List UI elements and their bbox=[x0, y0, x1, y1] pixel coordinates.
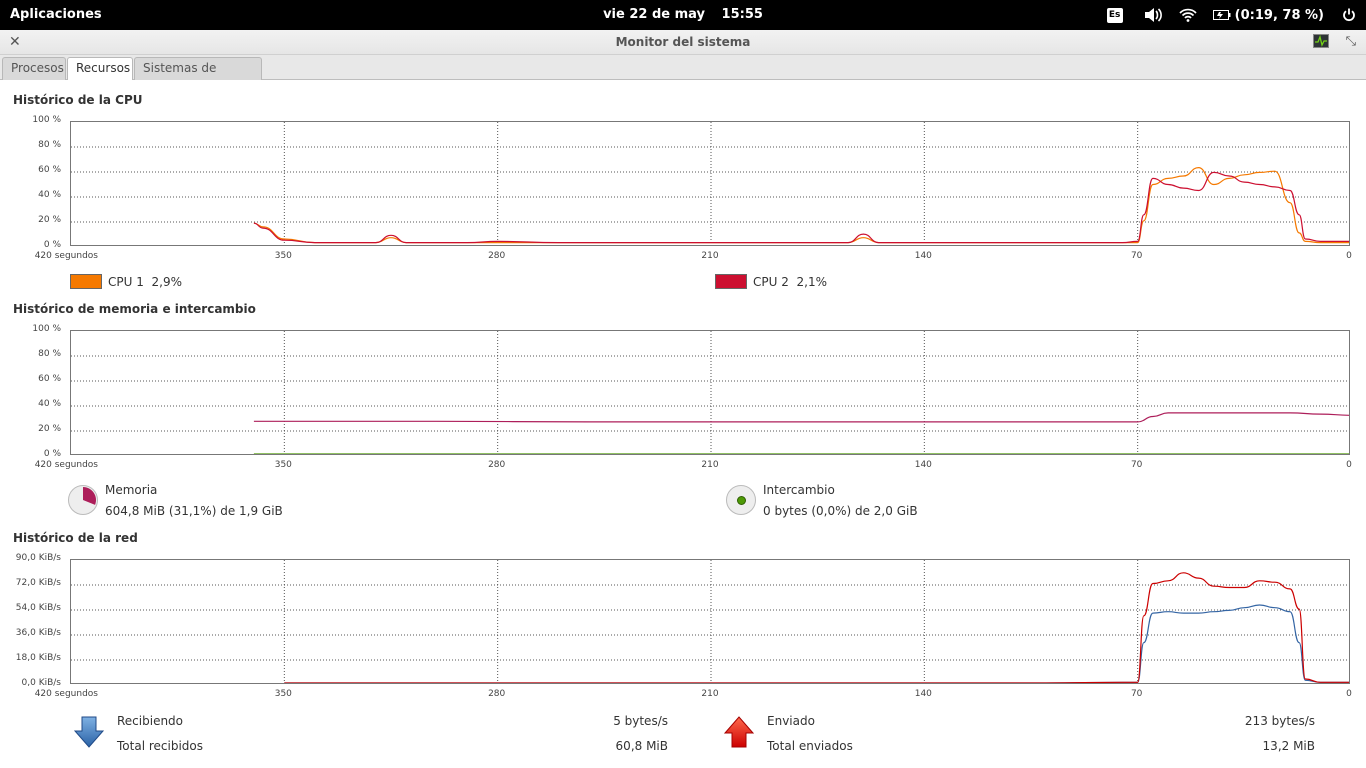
x-tick-label: 420 segundos bbox=[34, 251, 98, 261]
total-received-value: 60,8 MiB bbox=[615, 739, 668, 753]
swap-label: Intercambio bbox=[763, 483, 835, 497]
series-line-memoria bbox=[253, 412, 1349, 423]
total-sent-value: 13,2 MiB bbox=[1262, 739, 1315, 753]
cpu2-legend: CPU 2 2,1% bbox=[753, 275, 827, 289]
y-tick-label: 20 % bbox=[38, 215, 61, 225]
x-tick-label: 350 bbox=[274, 689, 292, 699]
x-tick-label: 210 bbox=[701, 460, 719, 470]
y-tick-label: 80 % bbox=[38, 140, 61, 150]
cpu-history-title: Histórico de la CPU bbox=[13, 93, 143, 107]
top-panel: Aplicaciones vie 22 de may 15:55 Es (0:1… bbox=[0, 0, 1366, 30]
swap-usage-pie[interactable] bbox=[726, 485, 756, 515]
y-tick-label: 60 % bbox=[38, 165, 61, 175]
clock-time: 15:55 bbox=[721, 7, 763, 22]
close-icon[interactable]: ✕ bbox=[9, 34, 21, 50]
memory-value: 604,8 MiB (31,1%) de 1,9 GiB bbox=[105, 504, 283, 518]
total-received-label: Total recibidos bbox=[117, 739, 203, 753]
x-tick-label: 70 bbox=[1130, 251, 1143, 261]
battery-icon[interactable] bbox=[1212, 9, 1231, 21]
x-tick-label: 140 bbox=[914, 460, 932, 470]
y-tick-label: 100 % bbox=[32, 115, 61, 125]
swap-value: 0 bytes (0,0%) de 2,0 GiB bbox=[763, 504, 918, 518]
network-history-graph bbox=[70, 559, 1350, 684]
series-line-enviado bbox=[284, 572, 1349, 683]
y-tick-label: 18,0 KiB/s bbox=[15, 653, 61, 663]
receiving-value: 5 bytes/s bbox=[613, 714, 668, 728]
volume-icon[interactable] bbox=[1143, 7, 1163, 23]
receiving-label: Recibiendo bbox=[117, 714, 184, 728]
x-tick-label: 0 bbox=[1346, 460, 1352, 470]
x-tick-label: 420 segundos bbox=[34, 460, 98, 470]
cpu1-value: 2,9% bbox=[151, 275, 183, 289]
tab-procesos[interactable]: Procesos bbox=[2, 57, 66, 80]
resources-panel: Histórico de la CPU 100 % 80 % 60 % 40 % 20 … bbox=[0, 80, 1366, 768]
x-tick-label: 210 bbox=[701, 251, 719, 261]
x-tick-label: 350 bbox=[274, 251, 292, 261]
x-tick-label: 0 bbox=[1346, 251, 1352, 261]
sending-arrow-icon[interactable] bbox=[723, 716, 755, 751]
total-sent-label: Total enviados bbox=[767, 739, 853, 753]
y-tick-label: 40 % bbox=[38, 399, 61, 409]
cpu1-legend: CPU 1 2,9% bbox=[108, 275, 182, 289]
title-bar[interactable]: ✕ Monitor del sistema ⤡ bbox=[0, 30, 1366, 55]
network-history-title: Histórico de la red bbox=[13, 531, 138, 545]
y-tick-label: 0,0 KiB/s bbox=[21, 678, 61, 688]
y-tick-label: 20 % bbox=[38, 424, 61, 434]
receiving-arrow-icon[interactable] bbox=[73, 716, 105, 751]
x-tick-label: 350 bbox=[274, 460, 292, 470]
memory-label: Memoria bbox=[105, 483, 158, 497]
window-title: Monitor del sistema bbox=[615, 35, 751, 49]
y-tick-label: 60 % bbox=[38, 374, 61, 384]
sending-value: 213 bytes/s bbox=[1244, 714, 1315, 728]
cpu2-color-swatch[interactable] bbox=[715, 274, 747, 289]
system-monitor-window: ✕ Monitor del sistema ⤡ Procesos Recurso… bbox=[0, 30, 1366, 768]
clock-date: vie 22 de may bbox=[603, 7, 705, 22]
wifi-icon[interactable] bbox=[1179, 8, 1197, 22]
memory-usage-pie[interactable] bbox=[68, 485, 98, 515]
y-tick-label: 90,0 KiB/s bbox=[15, 553, 61, 563]
tab-recursos[interactable]: Recursos bbox=[67, 57, 133, 81]
applications-menu[interactable]: Aplicaciones bbox=[10, 7, 102, 22]
x-tick-label: 420 segundos bbox=[34, 689, 98, 699]
series-line-cpu-2 bbox=[253, 171, 1349, 244]
x-tick-label: 210 bbox=[701, 689, 719, 699]
cpu1-label: CPU 1 bbox=[108, 275, 144, 289]
y-tick-label: 40 % bbox=[38, 190, 61, 200]
sending-label: Enviado bbox=[767, 714, 815, 728]
x-tick-label: 0 bbox=[1346, 689, 1352, 699]
cpu2-label: CPU 2 bbox=[753, 275, 789, 289]
y-tick-label: 100 % bbox=[32, 324, 61, 334]
y-tick-label: 0 % bbox=[43, 240, 61, 250]
power-icon[interactable] bbox=[1342, 8, 1356, 22]
x-tick-label: 280 bbox=[488, 689, 506, 699]
cpu1-color-swatch[interactable] bbox=[70, 274, 102, 289]
system-tray: Es (0:19, 78 %) bbox=[1106, 0, 1366, 30]
keyboard-layout-indicator[interactable]: Es bbox=[1106, 7, 1123, 23]
memory-pie-chart bbox=[83, 487, 97, 505]
x-tick-label: 140 bbox=[914, 251, 932, 261]
series-line-recibiendo bbox=[284, 604, 1349, 683]
y-tick-label: 0 % bbox=[43, 449, 61, 459]
x-tick-label: 140 bbox=[914, 689, 932, 699]
x-tick-label: 70 bbox=[1130, 689, 1143, 699]
y-tick-label: 72,0 KiB/s bbox=[15, 578, 61, 588]
x-tick-label: 70 bbox=[1130, 460, 1143, 470]
memory-history-graph bbox=[70, 330, 1350, 455]
series-line-cpu-1 bbox=[253, 166, 1349, 244]
y-tick-label: 80 % bbox=[38, 349, 61, 359]
battery-status: (0:19, 78 %) bbox=[1234, 7, 1324, 23]
memory-history-title: Histórico de memoria e intercambio bbox=[13, 302, 256, 316]
system-monitor-app-icon bbox=[1313, 34, 1329, 51]
swap-indicator bbox=[736, 495, 746, 505]
x-tick-label: 280 bbox=[488, 460, 506, 470]
cpu2-value: 2,1% bbox=[796, 275, 828, 289]
x-tick-label: 280 bbox=[488, 251, 506, 261]
y-tick-label: 54,0 KiB/s bbox=[15, 603, 61, 613]
tab-sistemas-de-archivos[interactable]: Sistemas de archivos bbox=[134, 57, 262, 96]
tab-bar: Procesos Recursos Sistemas de archivos bbox=[0, 55, 1366, 96]
unmaximize-icon[interactable]: ⤡ bbox=[1346, 34, 1356, 49]
cpu-history-graph bbox=[70, 121, 1350, 246]
y-tick-label: 36,0 KiB/s bbox=[15, 628, 61, 638]
